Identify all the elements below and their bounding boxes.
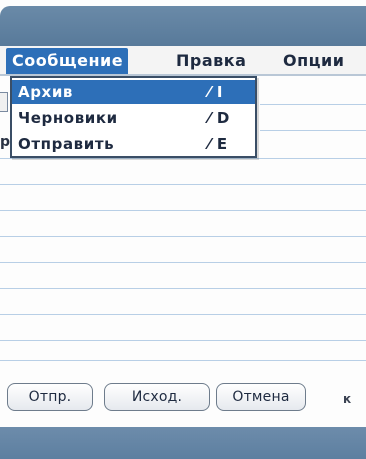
- menu-item-label: Черновики: [18, 109, 118, 127]
- menu-item-label: Отправить: [18, 135, 115, 153]
- partial-label: к: [343, 392, 352, 406]
- body-line: [0, 288, 366, 289]
- send-button[interactable]: Отпр.: [7, 383, 93, 411]
- menu-item-archive[interactable]: Архив ⁄ I: [12, 80, 255, 104]
- field-edge: [0, 92, 8, 112]
- menu-item-drafts[interactable]: Черновики ⁄ D: [12, 106, 255, 130]
- body-line: [0, 184, 366, 185]
- bottom-bar: [0, 427, 366, 459]
- menu-item-shortcut: ⁄ D: [208, 109, 230, 127]
- menu-item-label: Архив: [18, 83, 74, 101]
- body-line: [0, 236, 366, 237]
- body-line: [0, 262, 366, 263]
- message-menu-dropdown: Архив ⁄ I Черновики ⁄ D Отправить ⁄ E: [10, 76, 257, 158]
- outbox-button[interactable]: Исход.: [104, 383, 210, 411]
- body-line: [260, 130, 366, 131]
- menu-item-shortcut: ⁄ I: [208, 83, 224, 101]
- cancel-button[interactable]: Отмена: [216, 383, 306, 411]
- menu-item-send[interactable]: Отправить ⁄ E: [12, 132, 255, 156]
- body-line: [0, 360, 366, 361]
- body-line: [0, 210, 366, 211]
- body-line: [260, 104, 366, 105]
- partial-label: р: [0, 134, 11, 150]
- body-line: [0, 158, 366, 159]
- body-line: [0, 314, 366, 315]
- body-line: [0, 340, 366, 341]
- menu-item-shortcut: ⁄ E: [208, 135, 228, 153]
- device-screen: Сообщение Правка Опции р Архив ⁄ I Черно…: [0, 0, 366, 459]
